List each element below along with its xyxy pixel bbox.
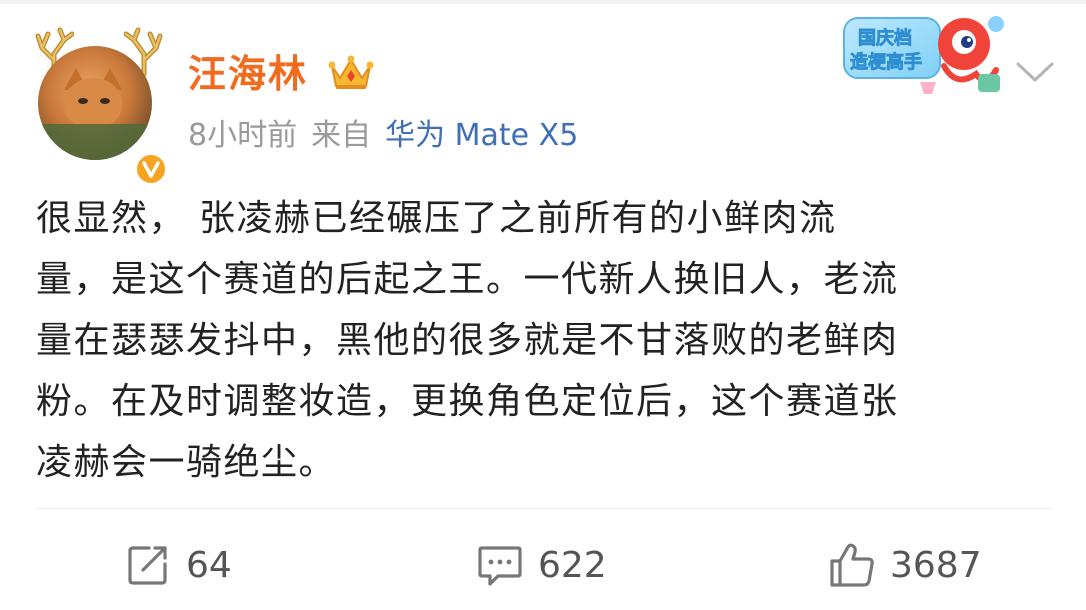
- action-bar: 64 622 3687: [0, 530, 1086, 600]
- repost-button[interactable]: 64: [122, 530, 232, 600]
- post-text-line: 量在瑟瑟发抖中，黑他的很多就是不甘落败的老鲜肉: [36, 320, 899, 361]
- like-button[interactable]: 3687: [826, 530, 982, 600]
- repost-count: 64: [186, 544, 232, 586]
- post-text-line: 凌赫会一骑绝尘。: [36, 442, 337, 483]
- avatar[interactable]: [38, 46, 152, 160]
- comment-count: 622: [538, 544, 607, 586]
- post-text-line: 量，是这个赛道的后起之王。一代新人换旧人，老流: [36, 259, 899, 300]
- badge-line2: 造梗高手: [850, 51, 922, 73]
- holiday-sticker-badge[interactable]: 国庆档 造梗高手: [836, 8, 1012, 100]
- device-link[interactable]: 华为 Mate X5: [385, 118, 578, 153]
- post-text-line: 粉。在及时调整妆造，更换角色定位后，这个赛道张: [36, 381, 899, 422]
- avatar-area[interactable]: [34, 26, 168, 186]
- like-icon: [826, 539, 878, 591]
- badge-line1: 国庆档: [858, 27, 912, 49]
- top-separator: [0, 0, 1086, 4]
- cat-face: [64, 78, 122, 128]
- weibo-post-card: 汪海林 8小时前 来自 华为 Mate X5 国庆档 造梗高手 很显然， 张凌赫…: [0, 0, 1086, 610]
- comment-icon: [474, 539, 526, 591]
- divider: [36, 508, 1052, 509]
- post-text: 很显然， 张凌赫已经碾压了之前所有的小鲜肉流 量，是这个赛道的后起之王。一代新人…: [36, 188, 1056, 493]
- cat-eye: [78, 98, 88, 104]
- post-meta: 8小时前 来自 华为 Mate X5: [188, 116, 592, 156]
- like-count: 3687: [890, 544, 982, 586]
- verified-badge-icon: [134, 152, 168, 186]
- chevron-down-icon[interactable]: [1014, 58, 1056, 86]
- post-text-line: 很显然， 张凌赫已经碾压了之前所有的小鲜肉流: [36, 198, 837, 239]
- crown-icon: [328, 55, 374, 89]
- cat-eye: [100, 98, 110, 104]
- avatar-background-foliage: [38, 124, 152, 160]
- repost-icon: [122, 539, 174, 591]
- source-prefix: 来自: [311, 118, 372, 153]
- post-time: 8小时前: [188, 118, 298, 153]
- author-name[interactable]: 汪海林: [188, 50, 308, 98]
- comment-button[interactable]: 622: [474, 530, 607, 600]
